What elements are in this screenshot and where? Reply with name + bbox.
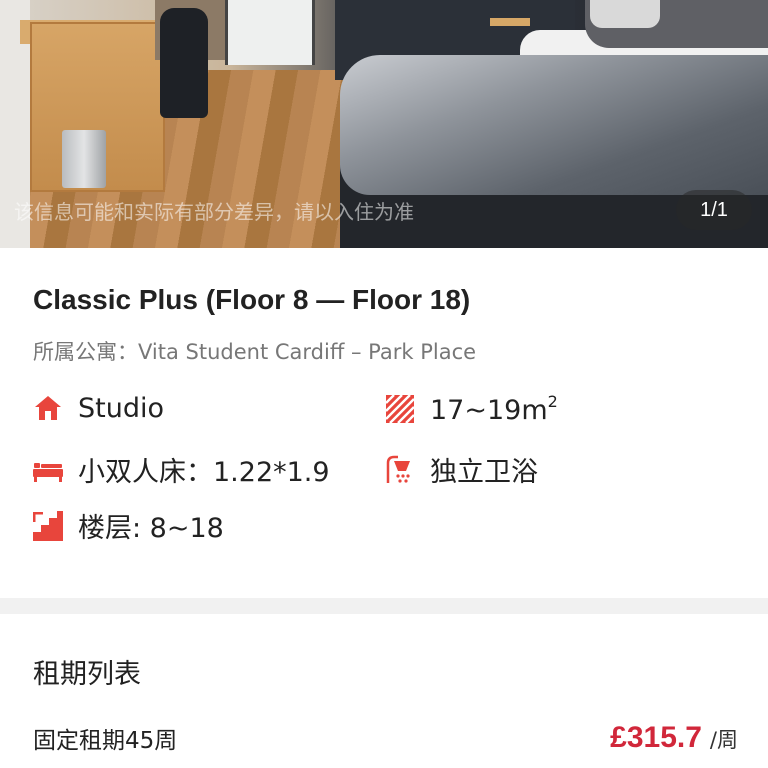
feature-area: 17~19m2 <box>384 392 558 426</box>
stairs-icon <box>32 510 64 542</box>
lease-option-price: £315.7 /周 <box>610 721 738 755</box>
feature-room-type-text: Studio <box>78 392 164 424</box>
photo-chair <box>160 8 208 118</box>
feature-area-value: 17~19m <box>430 395 548 426</box>
feature-area-sup: 2 <box>547 392 558 411</box>
shower-icon <box>384 454 416 486</box>
feature-bathroom: 独立卫浴 <box>384 450 538 489</box>
price-unit: /周 <box>709 728 738 752</box>
feature-room-type: Studio <box>32 392 164 424</box>
feature-bathroom-text: 独立卫浴 <box>430 457 538 488</box>
lease-list-heading: 租期列表 <box>33 659 141 690</box>
room-photo[interactable]: 该信息可能和实际有部分差异，请以入住为准 1/1 <box>0 0 768 248</box>
photo-disclaimer: 该信息可能和实际有部分差异，请以入住为准 <box>14 200 414 224</box>
bed-icon <box>32 454 64 486</box>
house-icon <box>32 392 64 424</box>
photo-shelf <box>490 18 530 26</box>
photo-window <box>225 0 315 65</box>
section-divider <box>0 598 768 614</box>
price-amount: £315.7 <box>610 721 702 754</box>
photo-pillow-light <box>590 0 660 28</box>
feature-area-text: 17~19m2 <box>430 392 558 426</box>
area-icon <box>384 393 416 425</box>
lease-option[interactable]: 固定租期45周 £315.7 /周 <box>33 718 738 758</box>
photo-blanket <box>340 55 768 195</box>
photo-bin <box>62 130 106 188</box>
feature-floor-text: 楼层: 8~18 <box>78 513 224 544</box>
apartment-name: 所属公寓：Vita Student Cardiff – Park Place <box>33 340 477 364</box>
lease-option-label: 固定租期45周 <box>33 728 178 754</box>
feature-bed: 小双人床：1.22*1.9 <box>32 450 330 489</box>
feature-bed-text: 小双人床：1.22*1.9 <box>78 457 330 488</box>
photo-counter: 1/1 <box>676 190 752 230</box>
room-title: Classic Plus (Floor 8 — Floor 18) <box>33 284 471 315</box>
feature-floor: 楼层: 8~18 <box>32 506 224 545</box>
